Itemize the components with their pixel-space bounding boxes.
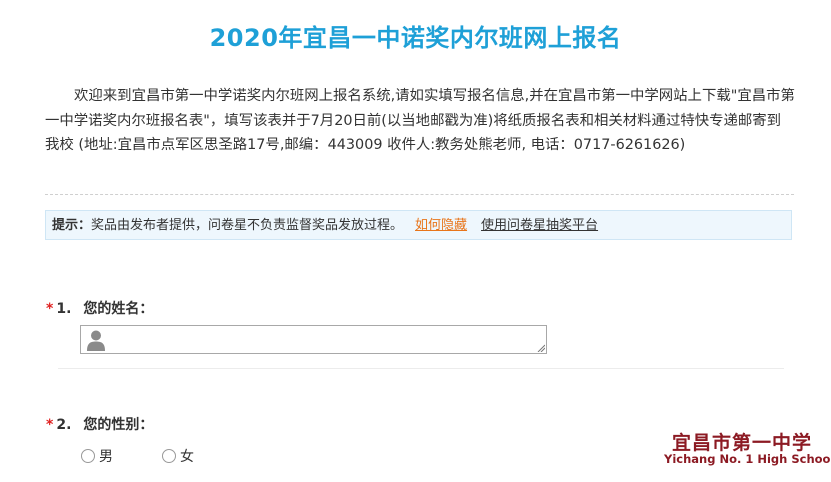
question-1-title: * 1. 您的姓名：	[46, 298, 153, 318]
tip-label: 提示：	[52, 218, 92, 233]
gender-option-female[interactable]: 女	[162, 446, 194, 466]
intro-text: 欢迎来到宜昌市第一中学诺奖内尔班网上报名系统,请如实填写报名信息,并在宜昌市第一…	[45, 88, 795, 153]
required-mark: *	[46, 417, 54, 433]
name-input[interactable]	[80, 325, 547, 354]
logo-english: Yichang No. 1 High School	[664, 452, 831, 466]
option-label: 女	[180, 449, 194, 465]
how-to-hide-link[interactable]: 如何隐藏	[415, 218, 467, 233]
radio-button-icon[interactable]	[81, 449, 95, 463]
question-2-title: * 2. 您的性别：	[46, 414, 153, 434]
question-divider	[58, 368, 784, 369]
required-mark: *	[46, 301, 54, 317]
logo-chinese: 宜昌市第一中学	[672, 432, 813, 454]
question-number: 1.	[56, 301, 72, 317]
option-label: 男	[99, 449, 113, 465]
user-icon	[87, 330, 105, 351]
question-label: 您的性别：	[83, 417, 154, 433]
dashed-divider	[45, 194, 794, 195]
school-logo: 宜昌市第一中学 Yichang No. 1 High School	[664, 426, 831, 482]
question-number: 2.	[56, 417, 72, 433]
lottery-platform-link[interactable]: 使用问卷星抽奖平台	[481, 218, 598, 233]
tip-banner: 提示：奖品由发布者提供，问卷星不负责监督奖品发放过程。 如何隐藏 使用问卷星抽奖平台	[45, 210, 792, 240]
resize-handle-icon[interactable]	[537, 344, 545, 352]
question-label: 您的姓名：	[83, 301, 154, 317]
radio-button-icon[interactable]	[162, 449, 176, 463]
tip-text: 奖品由发布者提供，问卷星不负责监督奖品发放过程。	[91, 218, 404, 233]
page-title: 2020年宜昌一中诺奖内尔班网上报名	[209, 24, 622, 52]
gender-option-male[interactable]: 男	[81, 446, 113, 466]
